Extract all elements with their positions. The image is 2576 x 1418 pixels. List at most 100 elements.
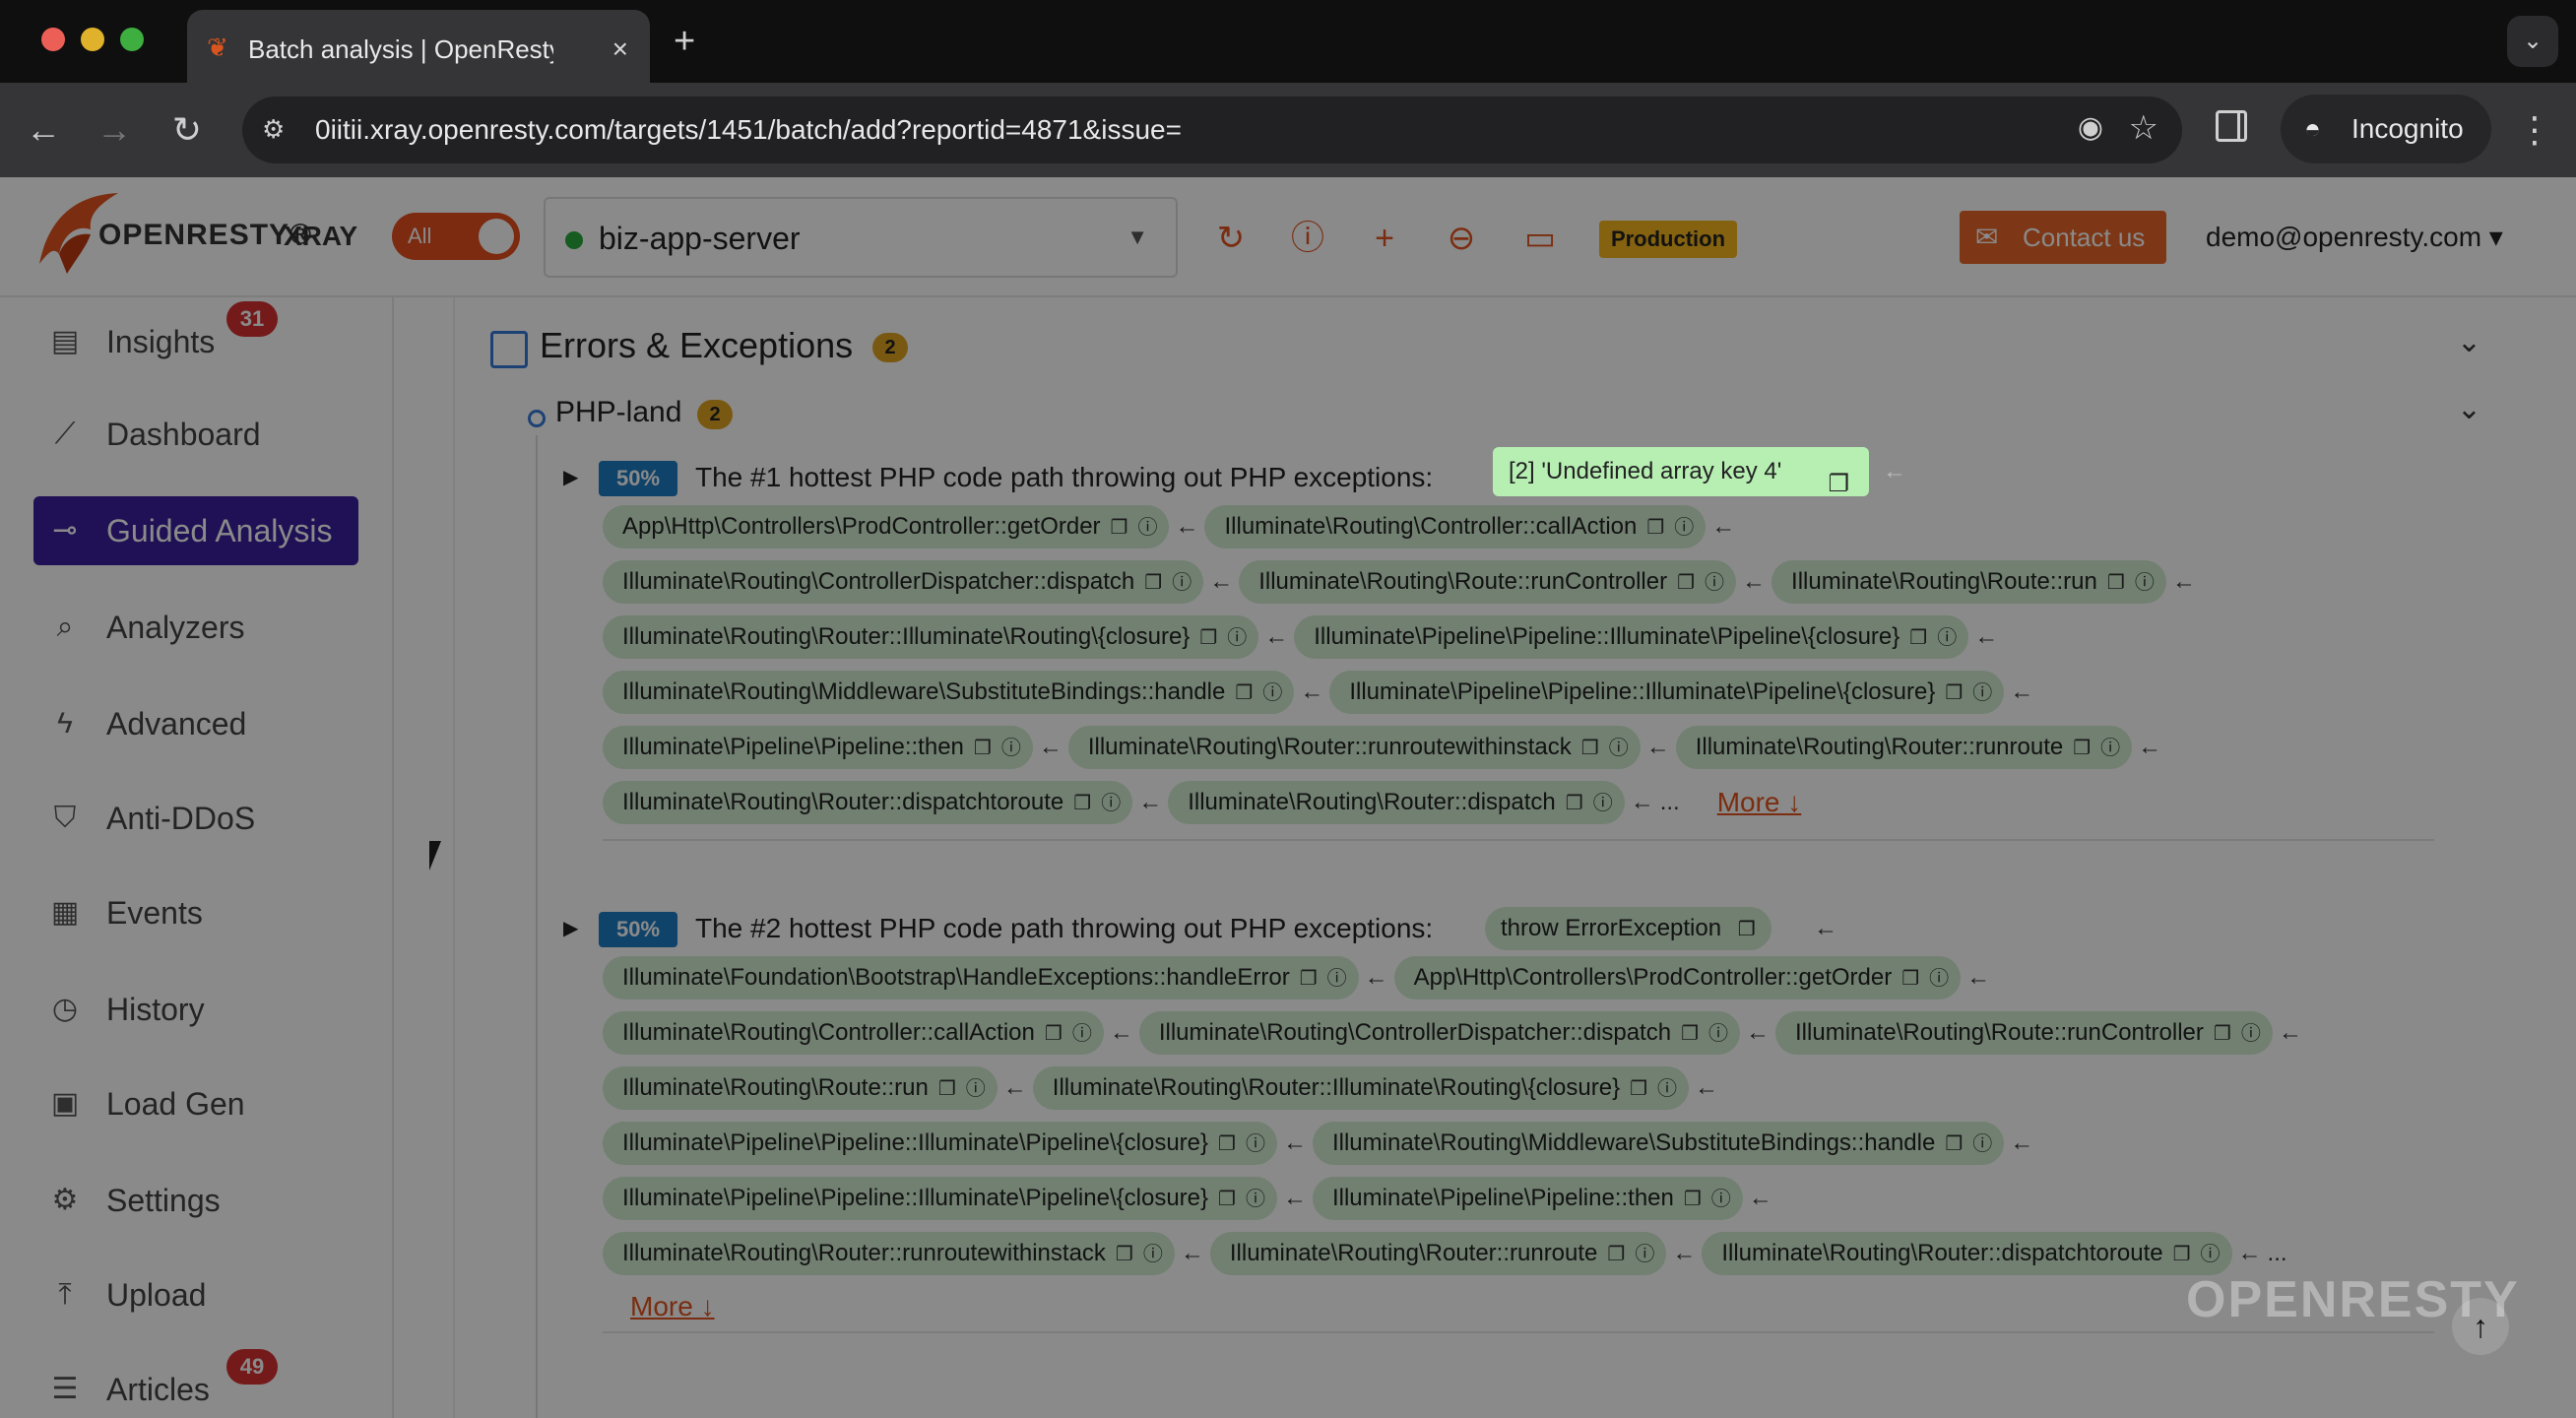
billing-card-icon[interactable]: ▭ — [1520, 219, 1560, 258]
help-icon[interactable]: ⓘ — [1101, 782, 1121, 825]
stack-frame[interactable]: Illuminate\Routing\Router::dispatchtorou… — [1702, 1232, 2232, 1275]
copy-icon[interactable]: ❐ — [1909, 616, 1927, 660]
stack-frame[interactable]: Illuminate\Routing\Router::runroute ❐ ⓘ — [1675, 726, 2133, 770]
stack-frame[interactable]: Illuminate\Routing\Controller::callActio… — [603, 1011, 1104, 1055]
eye-slash-icon[interactable]: ◉ — [2078, 110, 2103, 145]
browser-menu-icon[interactable]: ⋮ — [2517, 106, 2552, 154]
incognito-indicator[interactable]: ◓ Incognito — [2281, 95, 2491, 163]
more-link[interactable]: More ↓ — [630, 1282, 715, 1331]
sidebar-item-insights[interactable]: ▤ Insights 31 — [33, 301, 358, 376]
copy-icon[interactable]: ❐ — [1111, 506, 1128, 549]
forward-arrow-icon[interactable]: → — [91, 106, 138, 154]
sidebar-item-guided-analysis[interactable]: ⊸ Guided Analysis — [33, 496, 358, 565]
tab-close-icon[interactable]: × — [612, 26, 628, 73]
copy-icon[interactable]: ❐ — [1828, 460, 1849, 509]
help-icon[interactable]: ⓘ — [1609, 727, 1629, 770]
stack-frame[interactable]: Illuminate\Routing\Router::dispatch ❐ ⓘ — [1168, 781, 1625, 825]
copy-icon[interactable]: ❐ — [1566, 782, 1583, 825]
copy-icon[interactable]: ❐ — [1901, 957, 1919, 1000]
copy-icon[interactable]: ❐ — [1677, 561, 1695, 605]
tab-search-chevron-icon[interactable]: ⌄ — [2507, 16, 2558, 67]
help-icon[interactable]: ⓘ — [1262, 672, 1282, 715]
help-icon[interactable]: ⓘ — [1593, 782, 1613, 825]
copy-icon[interactable]: ❐ — [1945, 1123, 1963, 1166]
back-arrow-icon[interactable]: ← — [20, 106, 67, 154]
stack-frame[interactable]: Illuminate\Routing\Router::runroutewithi… — [1067, 726, 1641, 770]
all-toggle[interactable]: All — [392, 213, 520, 260]
stack-frame[interactable]: Illuminate\Routing\Router::runroutewithi… — [603, 1232, 1175, 1275]
highlighted-exception-chip[interactable]: [2] 'Undefined array key 4' ❐ — [1493, 447, 1869, 497]
sidebar-item-load-gen[interactable]: ▣ Load Gen — [33, 1069, 358, 1138]
refresh-icon[interactable]: ↻ — [1211, 219, 1251, 258]
sidebar-item-upload[interactable]: ⤒ Upload — [33, 1260, 358, 1329]
stack-frame[interactable]: Illuminate\Routing\Controller::callActio… — [1204, 505, 1707, 549]
help-icon[interactable]: ⓘ — [1937, 616, 1957, 660]
copy-icon[interactable]: ❐ — [1684, 1178, 1702, 1221]
copy-icon[interactable]: ❐ — [2073, 727, 2091, 770]
sidebar-item-settings[interactable]: ⚙ Settings — [33, 1166, 358, 1235]
sidebar-item-events[interactable]: ▦ Events — [33, 878, 358, 947]
copy-icon[interactable]: ❐ — [1144, 561, 1162, 605]
site-settings-icon[interactable]: ⚙ — [262, 114, 285, 145]
help-icon[interactable]: ⓘ — [1246, 1123, 1265, 1166]
stack-frame[interactable]: Illuminate\Routing\Route::run ❐ ⓘ — [1771, 560, 2166, 604]
stack-frame[interactable]: App\Http\Controllers\ProdController::get… — [1393, 956, 1962, 1000]
copy-icon[interactable]: ❐ — [1218, 1123, 1236, 1166]
copy-icon[interactable]: ❐ — [1235, 672, 1253, 715]
copy-icon[interactable]: ❐ — [1607, 1233, 1625, 1276]
help-icon[interactable]: ⓘ — [1972, 672, 1992, 715]
help-icon[interactable]: ⓘ — [2100, 727, 2120, 770]
stack-frame[interactable]: Illuminate\Routing\Route::run ❐ ⓘ — [603, 1066, 998, 1110]
help-icon[interactable]: ⓘ — [1246, 1178, 1265, 1221]
exception-chip[interactable]: throw ErrorException ❐ — [1485, 907, 1771, 950]
copy-icon[interactable]: ❐ — [2214, 1012, 2231, 1056]
target-select[interactable]: biz-app-server ▼ — [544, 197, 1178, 278]
stack-frame[interactable]: Illuminate\Pipeline\Pipeline::Illuminate… — [1294, 615, 1969, 660]
stack-frame[interactable]: Illuminate\Pipeline\Pipeline::Illuminate… — [1329, 671, 2005, 715]
copy-icon[interactable]: ❐ — [938, 1067, 956, 1111]
copy-icon[interactable]: ❐ — [1045, 1012, 1063, 1056]
help-icon[interactable]: ⓘ — [1705, 561, 1724, 605]
side-panel-icon[interactable] — [2216, 110, 2247, 142]
copy-icon[interactable]: ❐ — [1581, 727, 1599, 770]
stack-frame[interactable]: Illuminate\Routing\Middleware\Substitute… — [1312, 1122, 2005, 1166]
copy-icon[interactable]: ❐ — [1646, 506, 1664, 549]
help-icon[interactable]: ⓘ — [1972, 1123, 1992, 1166]
stack-frame[interactable]: Illuminate\Pipeline\Pipeline::Illuminate… — [603, 1177, 1277, 1220]
collapse-section-icon[interactable]: ⌄ — [2457, 325, 2481, 359]
help-icon[interactable]: ⓘ — [1143, 1233, 1163, 1276]
help-icon[interactable]: ⓘ — [2241, 1012, 2261, 1056]
sidebar-item-history[interactable]: ◷ History — [33, 975, 358, 1044]
stack-frame[interactable]: Illuminate\Routing\ControllerDispatcher:… — [603, 560, 1204, 605]
help-icon[interactable]: ⓘ — [1708, 1012, 1728, 1056]
contact-us-button[interactable]: ✉ Contact us — [1960, 211, 2166, 264]
address-bar[interactable]: ⚙ 0iitii.xray.openresty.com/targets/1451… — [242, 97, 2182, 163]
stack-frame[interactable]: App\Http\Controllers\ProdController::get… — [603, 505, 1170, 549]
help-icon[interactable]: ⓘ — [1674, 506, 1694, 549]
expand-caret-icon[interactable]: ▶ — [563, 904, 578, 953]
stack-frame[interactable]: Illuminate\Routing\Router::Illuminate\Ro… — [603, 615, 1259, 660]
help-icon[interactable]: ⓘ — [1001, 727, 1021, 770]
collapse-subsection-icon[interactable]: ⌄ — [2457, 392, 2481, 426]
help-icon[interactable]: ⓘ — [1072, 1012, 1092, 1056]
more-link[interactable]: More ↓ — [1717, 778, 1802, 827]
info-icon[interactable]: ⓘ — [1288, 219, 1327, 258]
help-icon[interactable]: ⓘ — [1227, 616, 1247, 660]
sidebar-item-advanced[interactable]: ϟ Advanced — [33, 689, 358, 758]
stack-frame[interactable]: Illuminate\Routing\Route::runController ❐… — [1239, 560, 1737, 605]
reload-icon[interactable]: ↻ — [163, 106, 211, 154]
stack-frame[interactable]: Illuminate\Routing\Router::dispatchtorou… — [603, 781, 1133, 825]
stack-frame[interactable]: Illuminate\Pipeline\Pipeline::Illuminate… — [603, 1122, 1277, 1165]
openresty-xray-logo[interactable]: OPENRESTY® XRAY — [30, 185, 364, 288]
user-menu[interactable]: demo@openresty.com ▾ — [2206, 211, 2503, 264]
copy-icon[interactable]: ❐ — [2107, 561, 2125, 605]
copy-icon[interactable]: ❐ — [1218, 1178, 1236, 1221]
remove-icon[interactable]: ⊖ — [1442, 219, 1481, 258]
help-icon[interactable]: ⓘ — [2135, 561, 2155, 605]
copy-icon[interactable]: ❐ — [974, 727, 992, 770]
browser-tab[interactable]: ❦ Batch analysis | OpenResty X × — [187, 10, 650, 83]
stack-frame[interactable]: Illuminate\Pipeline\Pipeline::then ❐ ⓘ — [603, 726, 1033, 769]
help-icon[interactable]: ⓘ — [1657, 1067, 1677, 1111]
help-icon[interactable]: ⓘ — [1327, 957, 1347, 1000]
stack-frame[interactable]: Illuminate\Routing\Middleware\Substitute… — [603, 671, 1295, 715]
